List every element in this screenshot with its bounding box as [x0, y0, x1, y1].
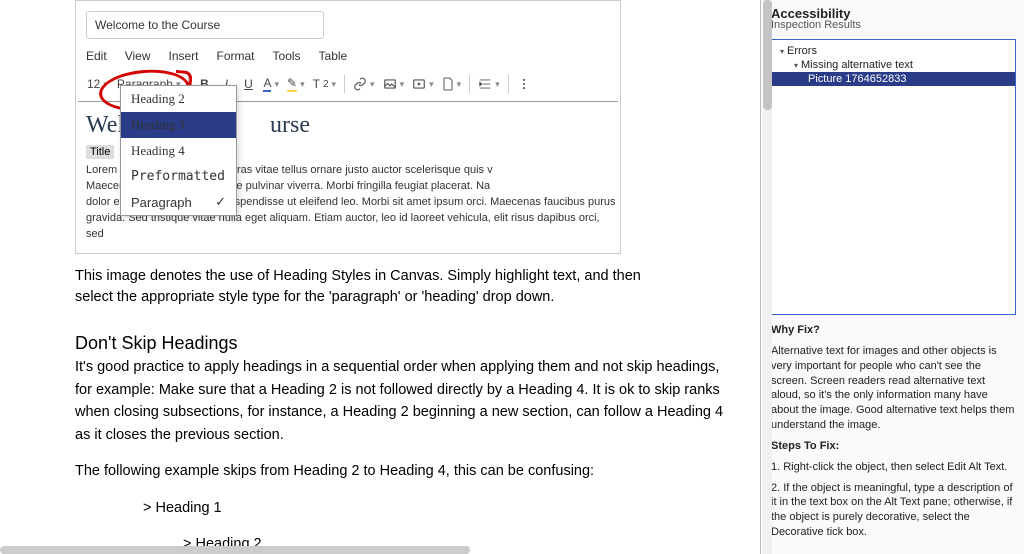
separator	[344, 75, 345, 93]
why-fix-body: Alternative text for images and other ob…	[771, 344, 1016, 433]
highlight-button[interactable]: ✎▾	[287, 74, 305, 94]
example-heading-1: > Heading 1	[143, 497, 730, 519]
accessibility-panel: Accessibility Inspection Results ▾Errors…	[760, 0, 1024, 554]
chevron-down-icon: ▾	[794, 61, 798, 70]
dropdown-option-paragraph[interactable]: Paragraph ✓	[121, 189, 236, 215]
media-button[interactable]: ▾	[412, 74, 434, 94]
why-fix-heading: Why Fix?	[771, 323, 1016, 338]
section-body-2: The following example skips from Heading…	[75, 460, 730, 482]
tree-node-errors[interactable]: ▾Errors	[772, 44, 1015, 58]
separator	[508, 75, 509, 93]
steps-heading: Steps To Fix:	[771, 439, 1016, 454]
tree-node-missing-alt[interactable]: ▾Missing alternative text	[772, 58, 1015, 72]
indent-icon	[478, 77, 492, 91]
chevron-down-icon: ▾	[103, 79, 108, 90]
title-chip: Title	[86, 145, 114, 159]
editor-menubar: Edit View Insert Format Tools Table	[78, 49, 618, 71]
tree-node-picture[interactable]: Picture 1764652833	[772, 72, 1015, 86]
document-icon	[442, 77, 454, 91]
media-icon	[412, 77, 426, 91]
menu-insert[interactable]: Insert	[168, 49, 198, 63]
menu-edit[interactable]: Edit	[86, 49, 107, 63]
image-caption: This image denotes the use of Heading St…	[75, 266, 665, 310]
menu-table[interactable]: Table	[319, 49, 348, 63]
font-size-selector[interactable]: 12▾	[86, 73, 109, 95]
section-heading: Don't Skip Headings	[75, 333, 730, 354]
more-vertical-icon	[517, 77, 531, 91]
dropdown-option-heading3[interactable]: Heading 3	[121, 112, 236, 138]
dropdown-option-heading2[interactable]: Heading 2	[121, 86, 236, 112]
inspection-results-tree[interactable]: ▾Errors ▾Missing alternative text Pictur…	[771, 39, 1016, 315]
step-1: 1. Right-click the object, then select E…	[771, 460, 1016, 475]
more-button[interactable]	[517, 74, 531, 94]
vertical-scrollbar-track[interactable]	[763, 0, 772, 554]
dropdown-option-preformatted[interactable]: Preformatted	[121, 164, 236, 189]
menu-format[interactable]: Format	[217, 49, 255, 63]
separator	[469, 75, 470, 93]
document-button[interactable]: ▾	[442, 74, 462, 94]
text-color-button[interactable]: A▾	[263, 74, 279, 94]
paragraph-style-dropdown[interactable]: Heading 2 Heading 3 Heading 4 Preformatt…	[120, 85, 237, 216]
panel-subtitle: Inspection Results	[771, 19, 1016, 31]
link-button[interactable]: ▾	[353, 74, 375, 94]
editor-content[interactable]: Welcome to the Course Title Lorem ip tet…	[78, 102, 618, 251]
section-body-1: It's good practice to apply headings in …	[75, 356, 730, 446]
canvas-editor-screenshot: Welcome to the Course Edit View Insert F…	[75, 0, 621, 254]
underline-button[interactable]: U	[241, 74, 255, 94]
image-icon	[383, 77, 397, 91]
superscript-button[interactable]: T2▾	[313, 74, 336, 94]
step-2: 2. If the object is meaningful, type a d…	[771, 481, 1016, 540]
menu-view[interactable]: View	[125, 49, 151, 63]
page-title-input[interactable]: Welcome to the Course	[86, 11, 324, 39]
link-icon	[353, 77, 367, 91]
image-button[interactable]: ▾	[383, 74, 405, 94]
chevron-down-icon: ▾	[780, 47, 784, 56]
menu-tools[interactable]: Tools	[273, 49, 301, 63]
check-icon: ✓	[215, 194, 226, 210]
dropdown-option-heading4[interactable]: Heading 4	[121, 138, 236, 164]
vertical-scrollbar-thumb[interactable]	[763, 0, 772, 110]
horizontal-scrollbar[interactable]	[0, 546, 470, 554]
indent-button[interactable]: ▾	[478, 74, 500, 94]
